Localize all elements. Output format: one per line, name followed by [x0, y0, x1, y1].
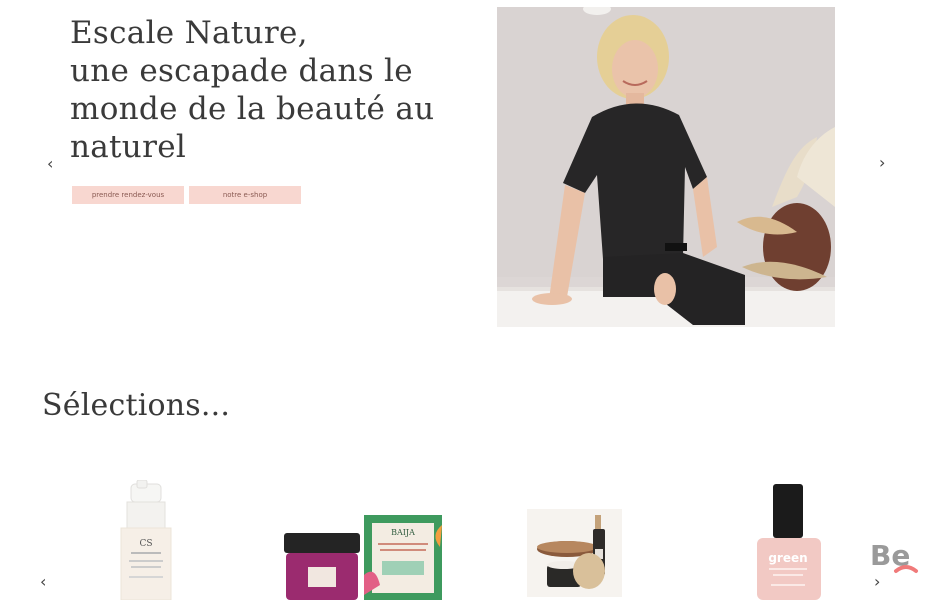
hero-title-line-2: une escapade dans le: [70, 53, 413, 89]
hero-prev-arrow-icon[interactable]: ‹: [47, 156, 53, 172]
hero-photo-illustration: [497, 7, 835, 327]
behance-logo: Be: [868, 537, 924, 581]
product-card-cs-serum[interactable]: CS: [115, 479, 177, 601]
hero-title-line-1: Escale Nature,: [70, 15, 308, 51]
product-card-baija[interactable]: BAIJA: [280, 515, 445, 600]
behance-logo-icon: Be: [870, 539, 918, 573]
eshop-button[interactable]: notre e-shop: [189, 186, 301, 204]
product-brand-label: green: [768, 551, 807, 565]
product-brand-label: BAIJA: [391, 528, 415, 537]
product-image-cs-serum: CS: [120, 479, 172, 601]
hero-title: Escale Nature, une escapade dans le mond…: [70, 14, 450, 166]
products-prev-arrow-icon[interactable]: ‹: [40, 574, 46, 590]
product-image-face-oil-set: [527, 509, 622, 597]
hero-title-line-4: naturel: [70, 129, 187, 165]
book-appointment-button[interactable]: prendre rendez-vous: [72, 186, 184, 204]
product-card-face-oil-set[interactable]: [527, 509, 622, 597]
product-image-green-nail-polish: green: [757, 484, 821, 600]
hero-title-line-3: monde de la beauté au: [70, 91, 435, 127]
hero-photo: [497, 7, 835, 327]
section-title-selections: Sélections...: [42, 388, 231, 423]
hero-next-arrow-icon[interactable]: ›: [879, 155, 885, 171]
product-card-green-nail-polish[interactable]: green: [755, 484, 825, 600]
product-brand-label: CS: [139, 539, 152, 549]
product-image-baija: BAIJA: [284, 515, 442, 600]
